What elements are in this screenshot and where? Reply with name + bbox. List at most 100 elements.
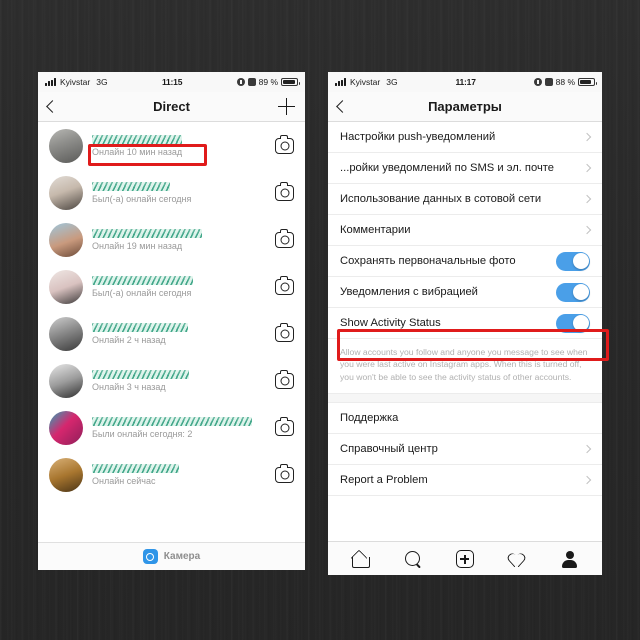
settings-row[interactable]: Комментарии [328, 215, 602, 246]
username-redacted [92, 322, 188, 332]
search-icon[interactable] [403, 549, 423, 569]
toggle-knob [572, 253, 589, 269]
avatar[interactable] [49, 363, 83, 398]
settings-row[interactable]: Справочный центр [328, 434, 602, 466]
profile-icon[interactable] [560, 549, 580, 569]
username-redacted [92, 181, 171, 191]
avatar[interactable] [49, 269, 83, 304]
nav-bar-direct: Direct [38, 92, 305, 122]
network-type-label: 3G [96, 77, 108, 87]
phone-screenshot-direct: Kyivstar 3G 11:15 89 % Direct Онлайн 10 … [38, 72, 305, 570]
alarm-clock-icon [247, 78, 256, 86]
page-title: Параметры [428, 99, 502, 114]
battery-icon [281, 78, 300, 86]
conversation-status: Онлайн 19 мин назад [92, 240, 183, 251]
chevron-right-icon [582, 194, 592, 204]
conversation-row[interactable]: Были онлайн сегодня: 2 [38, 404, 305, 451]
settings-list[interactable]: Настройки push-уведомлений ...ройки уведо… [328, 122, 602, 541]
camera-icon[interactable] [275, 463, 294, 483]
conversation-status: Онлайн 2 ч назад [92, 334, 166, 345]
chevron-right-icon [582, 476, 592, 485]
settings-row[interactable]: Report a Problem [328, 465, 602, 497]
settings-row-label: Поддержка [340, 412, 399, 425]
heart-icon[interactable] [507, 549, 527, 569]
chevron-right-icon [582, 225, 592, 235]
location-arrow-icon [236, 78, 245, 86]
settings-row[interactable]: Настройки push-уведомлений [328, 122, 602, 153]
battery-percent-label: 88 % [555, 77, 575, 87]
home-icon[interactable] [350, 549, 371, 569]
activity-status-description: Allow accounts you follow and anyone you… [328, 339, 602, 395]
settings-row[interactable]: Show Activity Status [328, 308, 602, 339]
conversation-status: Был(-а) онлайн сегодня [92, 193, 192, 204]
camera-footer-button[interactable]: Камера [38, 542, 305, 570]
battery-icon [578, 78, 597, 86]
conversation-status: Онлайн 10 мин назад [92, 146, 183, 157]
avatar[interactable] [49, 222, 83, 257]
nav-bar-settings: Параметры [328, 92, 602, 122]
settings-row-label: Справочный центр [340, 443, 438, 456]
conversation-row[interactable]: Был(-а) онлайн сегодня [38, 169, 305, 216]
settings-row-label: Использование данных в сотовой сети [340, 193, 542, 205]
conversation-status: Был(-а) онлайн сегодня [92, 287, 192, 298]
phone-screenshot-settings: Kyivstar 3G 11:17 88 % Параметры Настрой… [328, 72, 602, 575]
settings-row-label: Report a Problem [340, 474, 428, 487]
username-redacted [92, 463, 179, 473]
camera-icon[interactable] [275, 369, 294, 389]
conversation-row[interactable]: Онлайн 10 мин назад [38, 122, 305, 169]
page-title: Direct [153, 99, 190, 114]
conversation-status: Онлайн 3 ч назад [92, 381, 166, 392]
avatar[interactable] [49, 316, 83, 351]
camera-footer-label: Камера [163, 551, 201, 562]
username-redacted [92, 369, 190, 379]
avatar[interactable] [49, 128, 83, 163]
avatar[interactable] [49, 410, 83, 445]
settings-row[interactable]: Сохранять первоначальные фото [328, 246, 602, 277]
avatar[interactable] [49, 175, 83, 210]
settings-row-label: Уведомления с вибрацией [340, 286, 478, 298]
camera-icon[interactable] [275, 322, 294, 342]
conversation-row[interactable]: Онлайн сейчас [38, 451, 305, 498]
settings-row[interactable]: Использование данных в сотовой сети [328, 184, 602, 215]
conversation-status: Были онлайн сегодня: 2 [92, 428, 193, 439]
settings-row[interactable]: Уведомления с вибрацией [328, 277, 602, 308]
settings-row-label: ...ройки уведомлений по SMS и эл. почте [340, 162, 555, 174]
camera-icon[interactable] [275, 416, 294, 436]
settings-row[interactable]: ...ройки уведомлений по SMS и эл. почте [328, 153, 602, 184]
chevron-right-icon [582, 132, 592, 142]
new-message-button[interactable] [278, 98, 295, 115]
camera-icon[interactable] [275, 134, 294, 154]
toggle-switch[interactable] [556, 251, 590, 271]
battery-percent-label: 89 % [258, 77, 278, 87]
username-redacted [92, 228, 202, 238]
avatar[interactable] [49, 457, 83, 492]
location-arrow-icon [533, 78, 542, 86]
status-bar-right: Kyivstar 3G 11:17 88 % [328, 72, 602, 92]
username-redacted [92, 416, 253, 426]
network-type-label: 3G [386, 77, 398, 87]
chevron-right-icon [582, 163, 592, 173]
toggle-switch[interactable] [556, 313, 590, 333]
toggle-switch[interactable] [556, 282, 590, 302]
settings-row[interactable]: Поддержка [328, 403, 602, 435]
camera-icon[interactable] [275, 275, 294, 295]
conversation-row[interactable]: Онлайн 19 мин назад [38, 216, 305, 263]
toggle-knob [572, 315, 589, 331]
toggle-knob [572, 284, 589, 300]
conversation-row[interactable]: Был(-а) онлайн сегодня [38, 263, 305, 310]
clock-label: 11:17 [455, 77, 476, 87]
conversation-row[interactable]: Онлайн 3 ч назад [38, 357, 305, 404]
chevron-right-icon [582, 445, 592, 454]
bottom-tab-bar[interactable] [328, 541, 602, 575]
username-redacted [92, 275, 193, 285]
camera-icon[interactable] [275, 228, 294, 248]
signal-bars-icon [335, 78, 346, 86]
settings-row-label: Сохранять первоначальные фото [340, 255, 516, 267]
carrier-label: Kyivstar [350, 77, 381, 87]
add-post-icon[interactable] [455, 550, 474, 568]
signal-bars-icon [45, 78, 56, 86]
conversation-row[interactable]: Онлайн 2 ч назад [38, 310, 305, 357]
status-bar-left: Kyivstar 3G 11:15 89 % [38, 72, 305, 92]
direct-conversation-list[interactable]: Онлайн 10 мин назад Был(-а) онлайн сегодн… [38, 122, 305, 542]
camera-icon[interactable] [275, 181, 294, 201]
